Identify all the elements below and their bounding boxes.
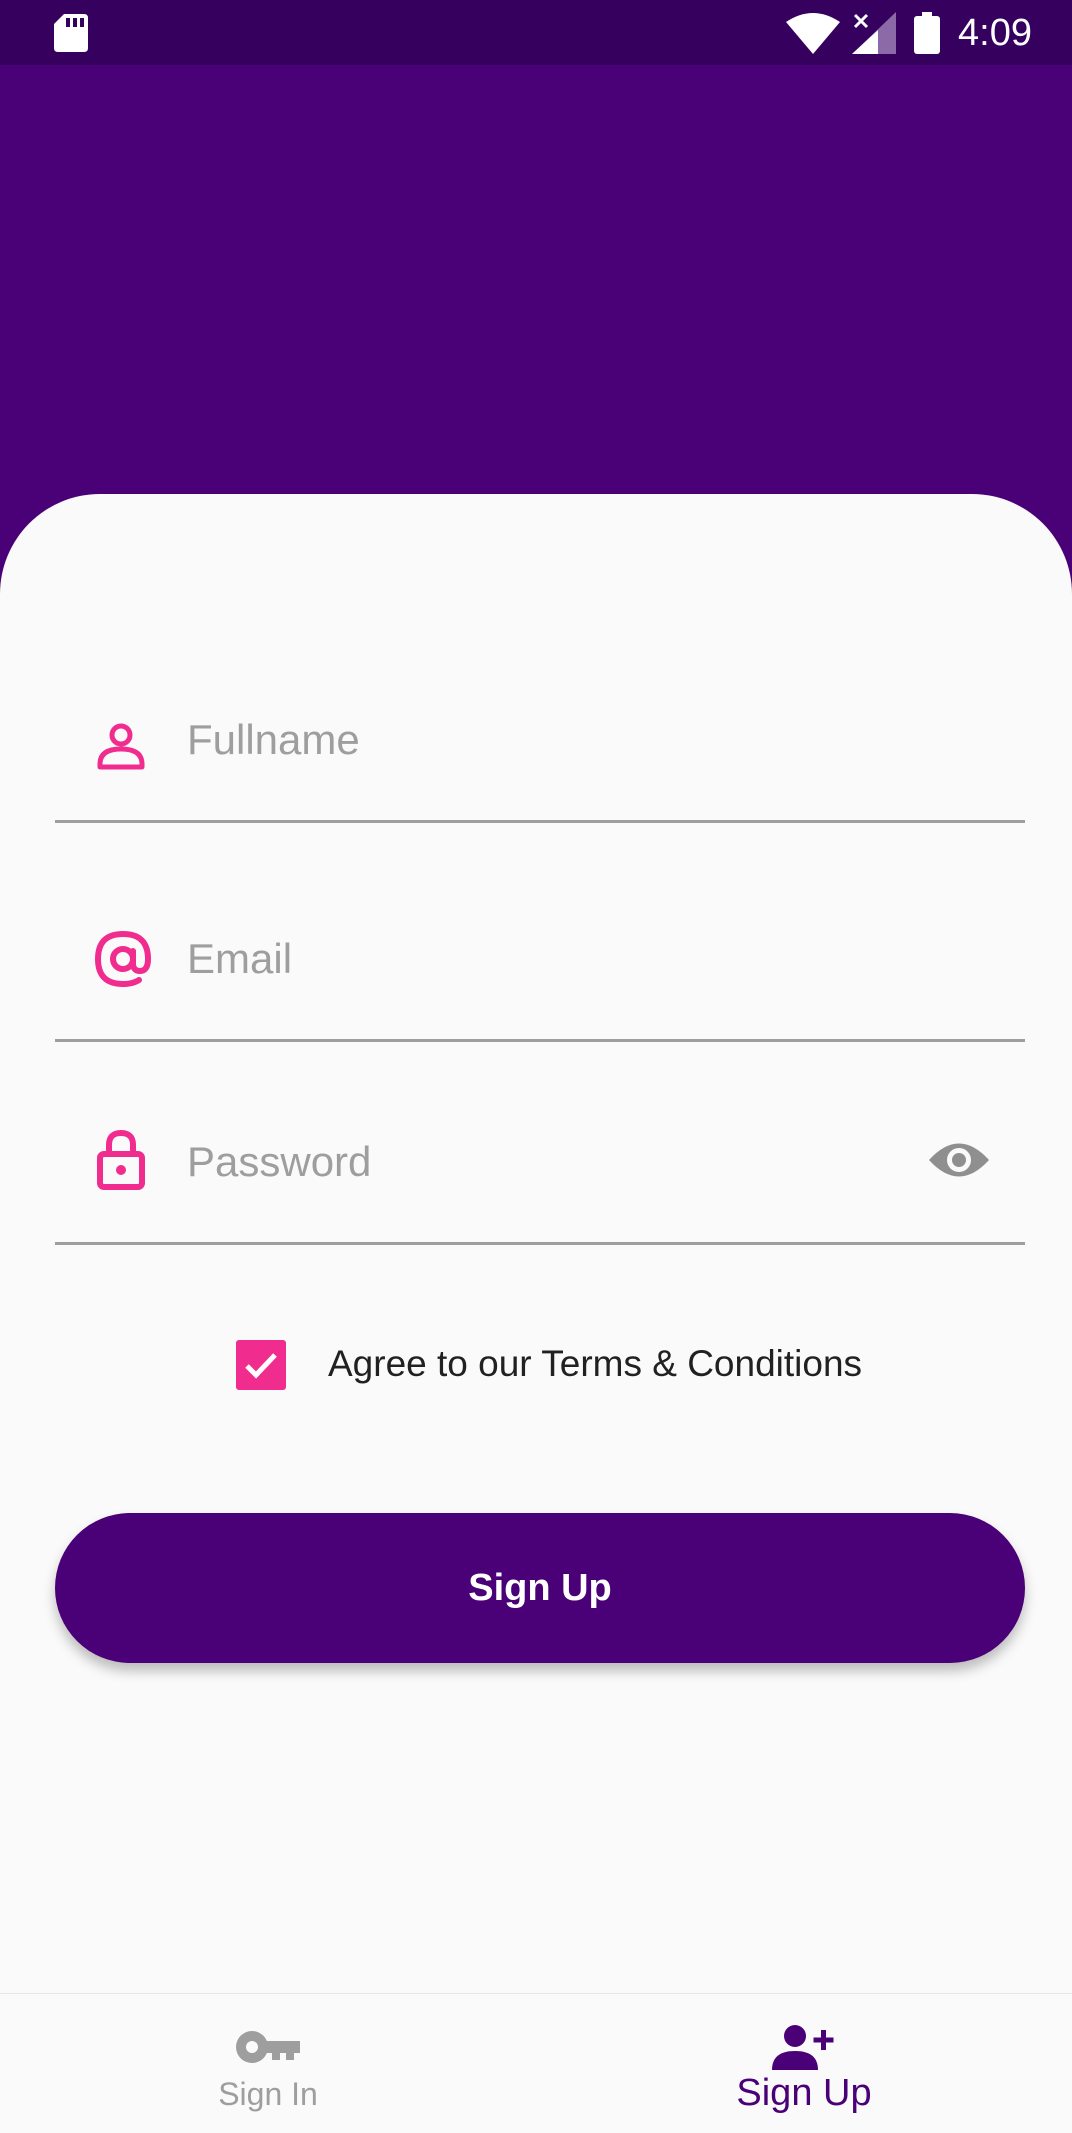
fullname-input[interactable] <box>187 710 985 770</box>
nav-item-sign-up[interactable]: Sign Up <box>536 1994 1072 2133</box>
wifi-icon <box>786 12 840 59</box>
password-input[interactable] <box>187 1132 895 1192</box>
email-input[interactable] <box>187 929 985 989</box>
signal-no-data-icon <box>852 12 896 59</box>
status-bar: 4:09 <box>0 0 1072 65</box>
password-field <box>55 1108 1025 1245</box>
lock-icon <box>93 1129 149 1190</box>
battery-icon <box>914 12 940 59</box>
sd-card-icon <box>54 14 88 57</box>
nav-item-sign-in[interactable]: Sign In <box>0 1994 536 2133</box>
person-add-icon <box>772 2024 836 2075</box>
fullname-field <box>55 686 1025 823</box>
terms-checkbox[interactable] <box>236 1340 286 1390</box>
sign-up-button[interactable]: Sign Up <box>55 1513 1025 1663</box>
at-sign-icon <box>93 929 152 988</box>
terms-label[interactable]: Agree to our Terms & Conditions <box>328 1336 862 1392</box>
bottom-navigation: Sign In Sign Up <box>0 1993 1072 2133</box>
person-icon <box>93 718 149 774</box>
status-bar-clock: 4:09 <box>958 12 1032 54</box>
eye-icon[interactable] <box>927 1135 991 1185</box>
email-field <box>55 905 1025 1042</box>
nav-label-sign-up: Sign Up <box>736 2072 872 2114</box>
key-icon <box>236 2028 300 2071</box>
nav-label-sign-in: Sign In <box>218 2076 318 2112</box>
